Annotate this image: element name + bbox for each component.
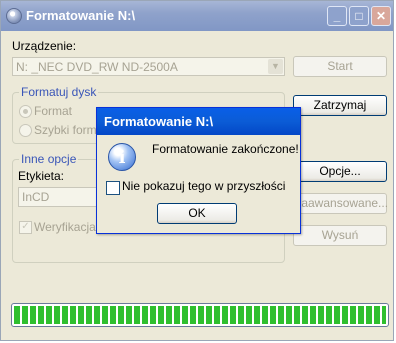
start-button[interactable]: Start [293, 56, 387, 77]
label-caption: Etykieta: [18, 169, 65, 183]
chevron-down-icon[interactable]: ▼ [268, 59, 283, 74]
format-group-legend: Formatuj dysk [19, 85, 99, 99]
advanced-button[interactable]: Zaawansowane... [293, 193, 388, 214]
info-icon: i [108, 143, 136, 171]
options-button[interactable]: Opcje... [293, 161, 387, 182]
title-bar[interactable]: Formatowanie N:\ _ □ ✕ [1, 1, 393, 31]
completion-dialog: Formatowanie N:\ i Formatowanie zakończo… [96, 107, 301, 234]
dialog-title: Formatowanie N:\ [104, 114, 214, 129]
eject-button[interactable]: Wysuń [293, 225, 387, 246]
quick-format-radio[interactable] [19, 124, 32, 137]
ok-button[interactable]: OK [157, 203, 237, 224]
dont-show-again-label: Nie pokazuj tego w przyszłości [122, 179, 286, 193]
minimize-button[interactable]: _ [327, 6, 347, 26]
dialog-title-bar[interactable]: Formatowanie N:\ [97, 108, 300, 135]
volume-label-value: InCD [22, 190, 50, 204]
verify-checkbox[interactable]: ✓ [19, 221, 32, 234]
dialog-message: Formatowanie zakończone! [152, 142, 299, 156]
format-radio-label: Format [34, 104, 73, 118]
volume-label-input[interactable]: InCD [18, 187, 98, 207]
format-radio[interactable] [19, 105, 32, 118]
progress-bar [11, 303, 389, 327]
stop-button[interactable]: Zatrzymaj [293, 95, 387, 116]
other-options-legend: Inne opcje [19, 152, 79, 166]
device-select[interactable]: N: _NEC DVD_RW ND-2500A ▼ [12, 57, 285, 76]
disc-app-icon [6, 8, 22, 24]
verify-checkbox-label: Weryfikacja [34, 220, 96, 234]
progress-fill [14, 306, 386, 324]
close-button[interactable]: ✕ [371, 6, 391, 26]
window-title: Formatowanie N:\ [26, 8, 136, 23]
device-select-value: N: _NEC DVD_RW ND-2500A [16, 60, 178, 74]
dont-show-again-checkbox[interactable] [106, 181, 120, 195]
device-label: Urządzenie: [12, 39, 77, 53]
maximize-button[interactable]: □ [349, 6, 369, 26]
